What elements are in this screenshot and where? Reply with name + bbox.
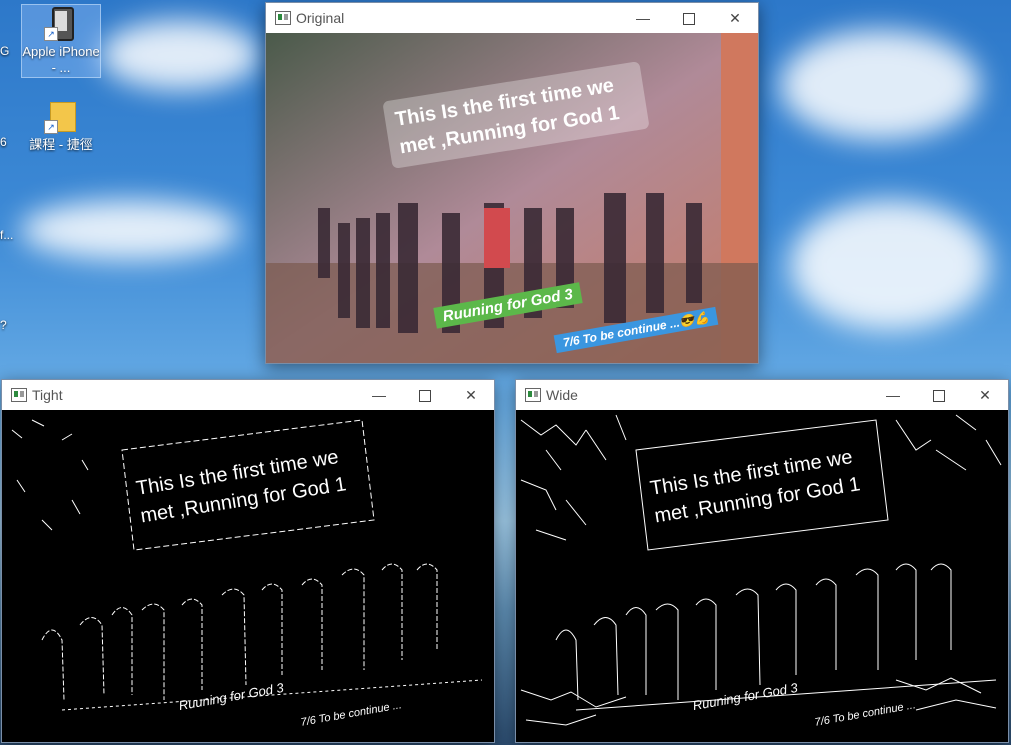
cloud (100, 20, 260, 90)
shortcut-arrow-icon: ↗ (44, 27, 58, 41)
maximize-icon (683, 13, 695, 26)
app-icon (525, 388, 541, 402)
desktop-edge-text: G (0, 44, 10, 58)
cloud (20, 200, 240, 260)
title-bar[interactable]: Wide — ✕ (516, 380, 1008, 410)
desktop-icon-label: 課程 - 捷徑 (29, 137, 93, 152)
maximize-icon (933, 390, 945, 403)
window-tight[interactable]: Tight — ✕ This Is the first time we met … (1, 379, 495, 743)
maximize-icon (419, 390, 431, 403)
close-button[interactable]: ✕ (712, 3, 758, 33)
desktop-edge-text: 6 (0, 135, 7, 149)
iphone-device-icon: ↗ (44, 5, 78, 41)
cloud (780, 30, 980, 140)
maximize-button[interactable] (402, 380, 448, 410)
window-title: Original (296, 10, 345, 26)
minimize-button[interactable]: — (870, 380, 916, 410)
app-icon (275, 11, 291, 25)
desktop-edge-text: ? (0, 318, 7, 332)
minimize-button[interactable]: — (356, 380, 402, 410)
tight-edge-image: This Is the first time we met ,Running f… (2, 410, 494, 742)
folder-shortcut-icon: ↗ (44, 98, 78, 134)
wide-edge-image: This Is the first time we met ,Running f… (516, 410, 1008, 742)
cloud (790, 200, 990, 330)
original-image: This Is the first time we met ,Running f… (266, 33, 758, 363)
desktop-icon-apple-iphone[interactable]: ↗ Apple iPhone - ... (21, 4, 101, 78)
app-icon (11, 388, 27, 402)
window-wide[interactable]: Wide — ✕ This Is the first time we met ,… (515, 379, 1009, 743)
close-button[interactable]: ✕ (448, 380, 494, 410)
desktop-edge-text: f... (0, 228, 14, 242)
desktop-icon-course-shortcut[interactable]: ↗ 課程 - 捷徑 (22, 98, 100, 154)
window-original[interactable]: Original — ✕ This Is the first time we m… (265, 2, 759, 364)
desktop-icon-label: Apple iPhone - ... (22, 44, 100, 75)
close-button[interactable]: ✕ (962, 380, 1008, 410)
maximize-button[interactable] (666, 3, 712, 33)
title-bar[interactable]: Tight — ✕ (2, 380, 494, 410)
shortcut-arrow-icon: ↗ (44, 120, 58, 134)
maximize-button[interactable] (916, 380, 962, 410)
minimize-button[interactable]: — (620, 3, 666, 33)
window-title: Wide (546, 387, 578, 403)
title-bar[interactable]: Original — ✕ (266, 3, 758, 33)
window-title: Tight (32, 387, 63, 403)
